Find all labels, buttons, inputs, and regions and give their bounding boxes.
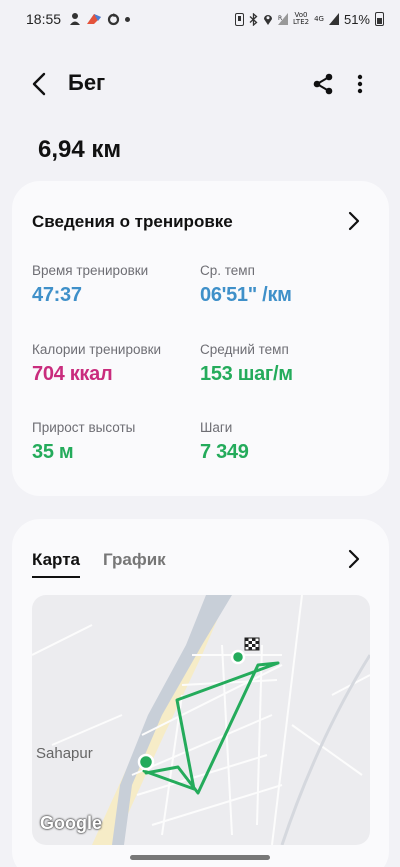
stat-value: 153 шаг/м [200,363,293,385]
stat-calories: Калории тренировки 704 ккал [32,342,161,386]
status-time: 18:55 [26,11,62,27]
stat-cadence: Средний темп 153 шаг/м [200,342,293,386]
stat-label: Калории тренировки [32,342,162,357]
system-icons: R Vo0 LTE2 4G 51% [234,11,384,27]
route-end-marker [230,649,246,665]
stat-label: Средний темп [200,342,289,357]
app-bar: Бег [0,60,400,108]
status-bar: 18:55 R Vo0 LTE2 4G 51% [0,0,400,38]
stat-label: Прирост высоты [32,420,136,435]
tab-map[interactable]: Карта [32,550,80,578]
stat-value: 06'51" /км [200,284,292,306]
stat-steps: Шаги 7 349 [200,420,249,464]
stat-label: Время тренировки [32,263,149,278]
total-distance: 6,94 км [38,136,122,163]
nfc-icon [234,12,244,26]
network-4g-label: 4G [314,14,324,23]
signal-icon [328,13,339,25]
battery-percent: 51% [343,11,370,27]
chevron-right-icon[interactable] [346,209,362,233]
more-options-icon[interactable] [350,72,370,96]
more-notifications-icon [125,16,131,22]
map-place-label: Sahapur [36,745,93,762]
battery-icon [375,12,384,26]
location-icon [263,14,272,25]
signal-r-icon: R [277,13,288,25]
map-canvas [32,595,370,845]
network-type-label: Vo0 LTE2 [292,11,310,26]
stat-label: Шаги [200,420,233,435]
tab-graph[interactable]: График [103,550,166,578]
google-logo: Google [40,813,102,833]
stat-value: 7 349 [200,441,249,463]
stat-workout-time: Время тренировки 47:37 [32,263,148,307]
share-icon[interactable] [312,72,334,96]
stat-value: 35 м [32,441,74,463]
notification-person-icon [70,13,81,25]
map-tabs: Карта График [32,550,166,578]
back-arrow-icon[interactable] [28,70,52,98]
notification-sync-icon [107,12,120,25]
stat-value: 704 ккал [32,363,113,385]
stat-elevation-gain: Прирост высоты 35 м [32,420,135,464]
svg-text:R: R [278,15,282,22]
stat-value: 47:37 [32,284,82,306]
notification-icons [69,12,131,26]
finish-flag-icon [244,637,260,651]
home-indicator[interactable] [130,855,270,860]
workout-details-card[interactable]: Сведения о тренировке Время тренировки 4… [12,181,389,496]
stat-avg-pace: Ср. темп 06'51" /км [200,263,292,307]
bluetooth-icon [249,12,258,26]
route-map[interactable]: Sahapur Google [32,595,370,845]
chevron-right-icon[interactable] [346,547,362,571]
stat-label: Ср. темп [200,263,255,278]
map-card: Карта График Sahapur Google [12,519,389,867]
page-title: Бег [68,70,106,95]
route-start-marker [137,753,155,771]
notification-app-icon [87,14,102,24]
workout-details-title: Сведения о тренировке [32,212,233,231]
